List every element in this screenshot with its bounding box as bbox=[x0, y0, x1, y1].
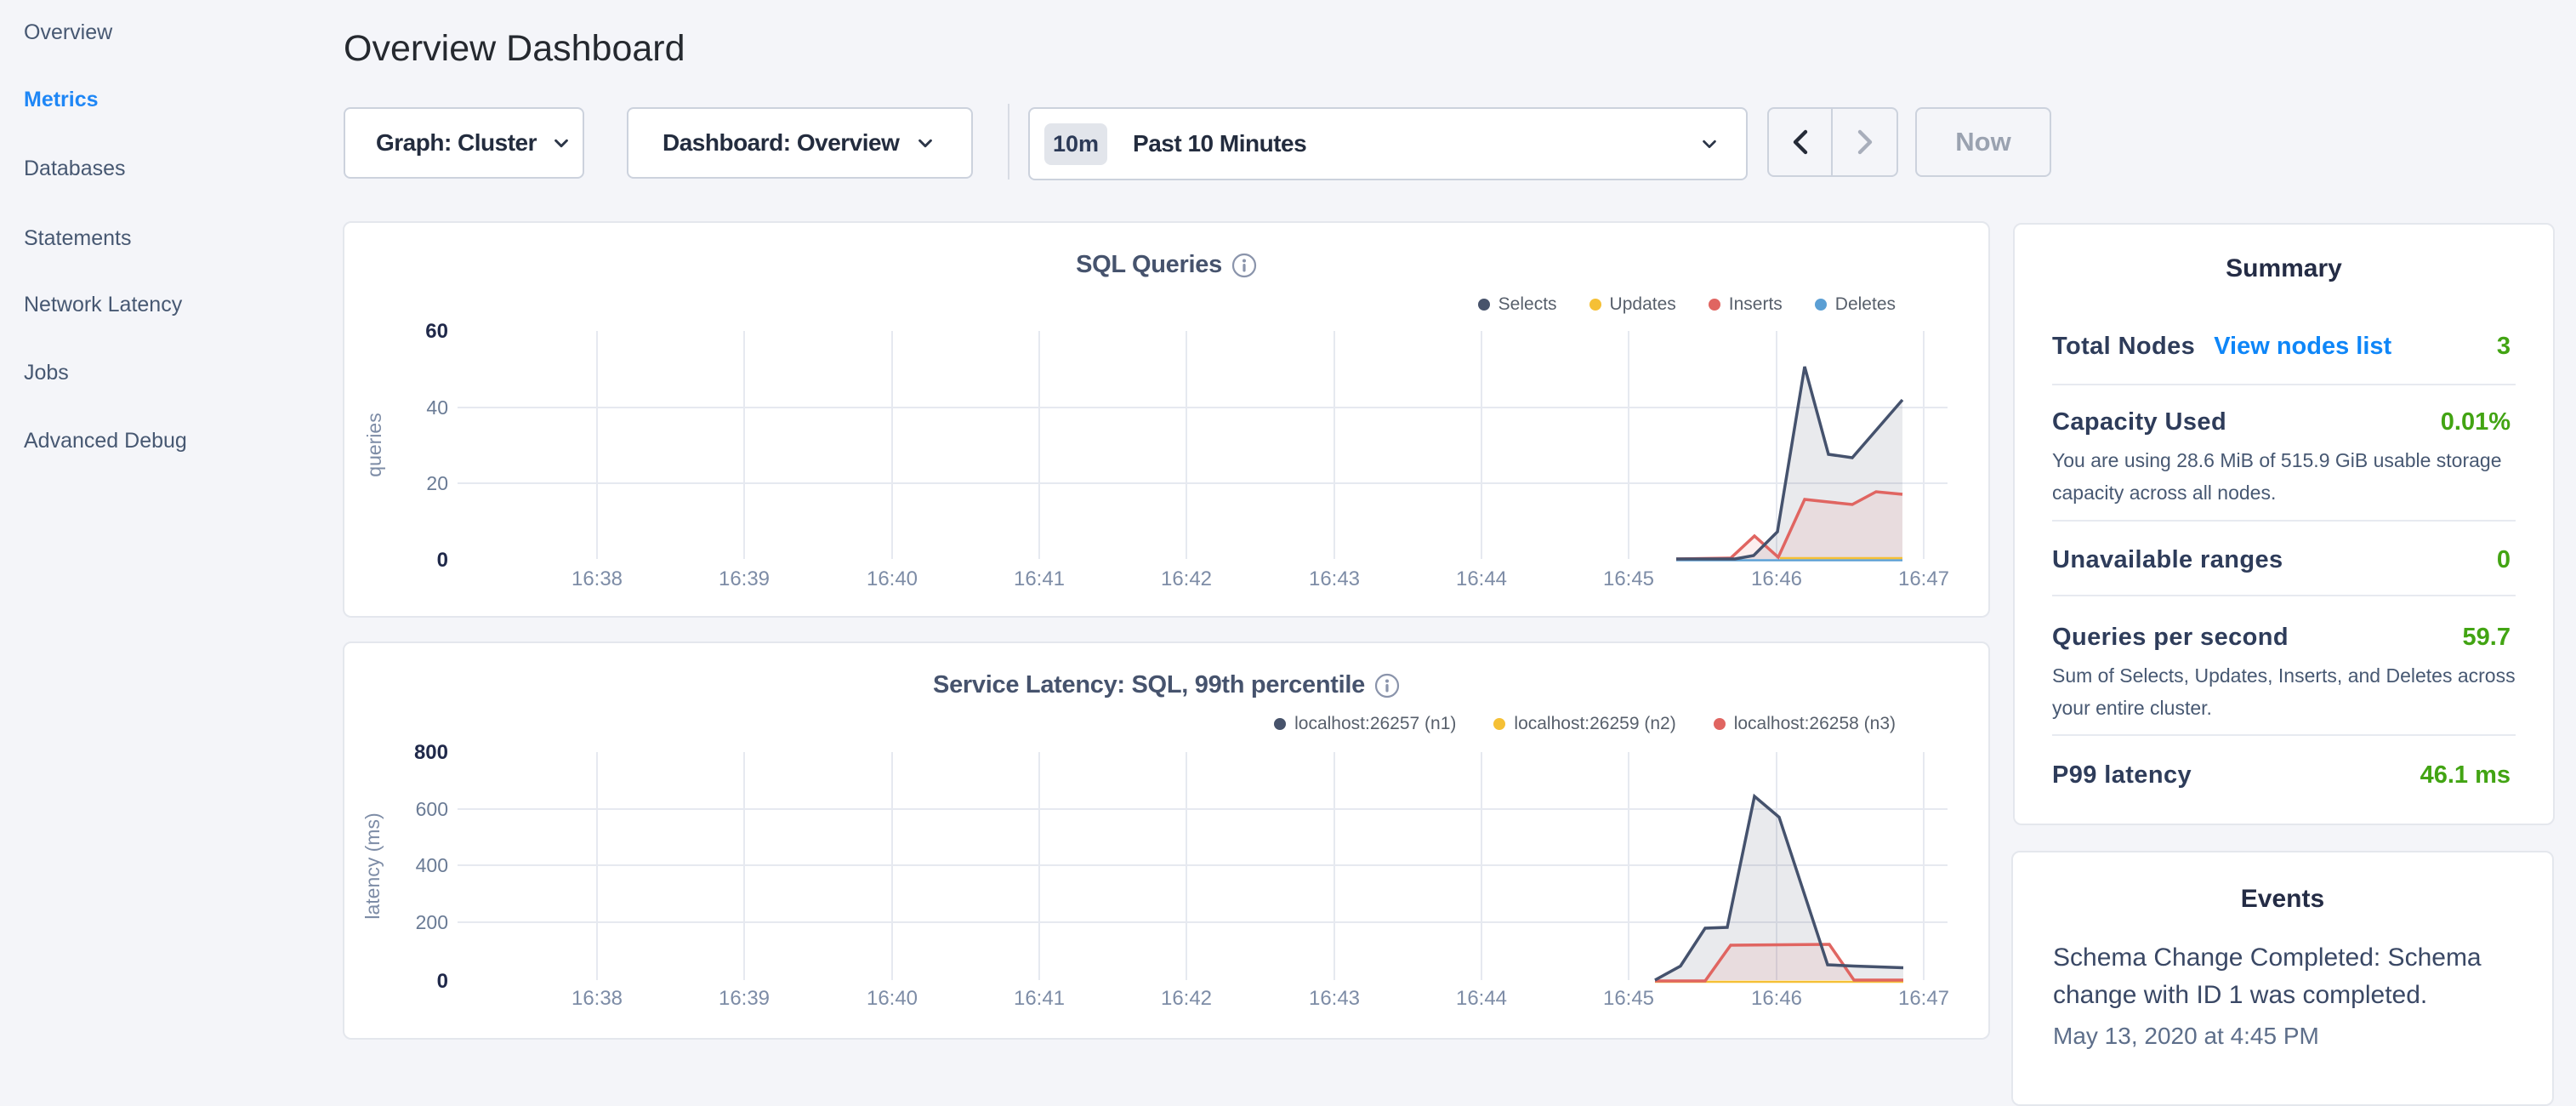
svg-text:16:40: 16:40 bbox=[867, 987, 918, 1010]
svg-text:20: 20 bbox=[426, 472, 448, 494]
svg-text:60: 60 bbox=[425, 320, 448, 343]
svg-text:16:38: 16:38 bbox=[571, 567, 623, 590]
svg-text:200: 200 bbox=[416, 911, 448, 933]
svg-text:40: 40 bbox=[426, 396, 448, 419]
svg-text:0: 0 bbox=[437, 549, 448, 572]
svg-text:16:46: 16:46 bbox=[1751, 987, 1802, 1010]
svg-text:16:40: 16:40 bbox=[867, 567, 918, 590]
svg-text:16:38: 16:38 bbox=[571, 987, 623, 1010]
svg-text:16:45: 16:45 bbox=[1603, 567, 1654, 590]
svg-text:16:44: 16:44 bbox=[1456, 567, 1507, 590]
svg-text:16:41: 16:41 bbox=[1014, 567, 1065, 590]
svg-text:16:39: 16:39 bbox=[719, 987, 770, 1010]
svg-text:16:43: 16:43 bbox=[1309, 567, 1360, 590]
svg-text:16:43: 16:43 bbox=[1309, 987, 1360, 1010]
svg-text:queries: queries bbox=[363, 413, 385, 476]
svg-text:latency (ms): latency (ms) bbox=[361, 812, 384, 919]
svg-text:16:47: 16:47 bbox=[1898, 987, 1949, 1010]
svg-text:16:41: 16:41 bbox=[1014, 987, 1065, 1010]
svg-text:400: 400 bbox=[416, 854, 448, 876]
svg-text:800: 800 bbox=[414, 741, 448, 764]
svg-text:16:46: 16:46 bbox=[1751, 567, 1802, 590]
svg-text:600: 600 bbox=[416, 798, 448, 820]
svg-text:16:44: 16:44 bbox=[1456, 987, 1507, 1010]
svg-text:16:42: 16:42 bbox=[1161, 987, 1212, 1010]
svg-text:16:42: 16:42 bbox=[1161, 567, 1212, 590]
svg-text:16:47: 16:47 bbox=[1898, 567, 1949, 590]
svg-text:16:45: 16:45 bbox=[1603, 987, 1654, 1010]
svg-text:0: 0 bbox=[437, 970, 448, 993]
svg-text:16:39: 16:39 bbox=[719, 567, 770, 590]
